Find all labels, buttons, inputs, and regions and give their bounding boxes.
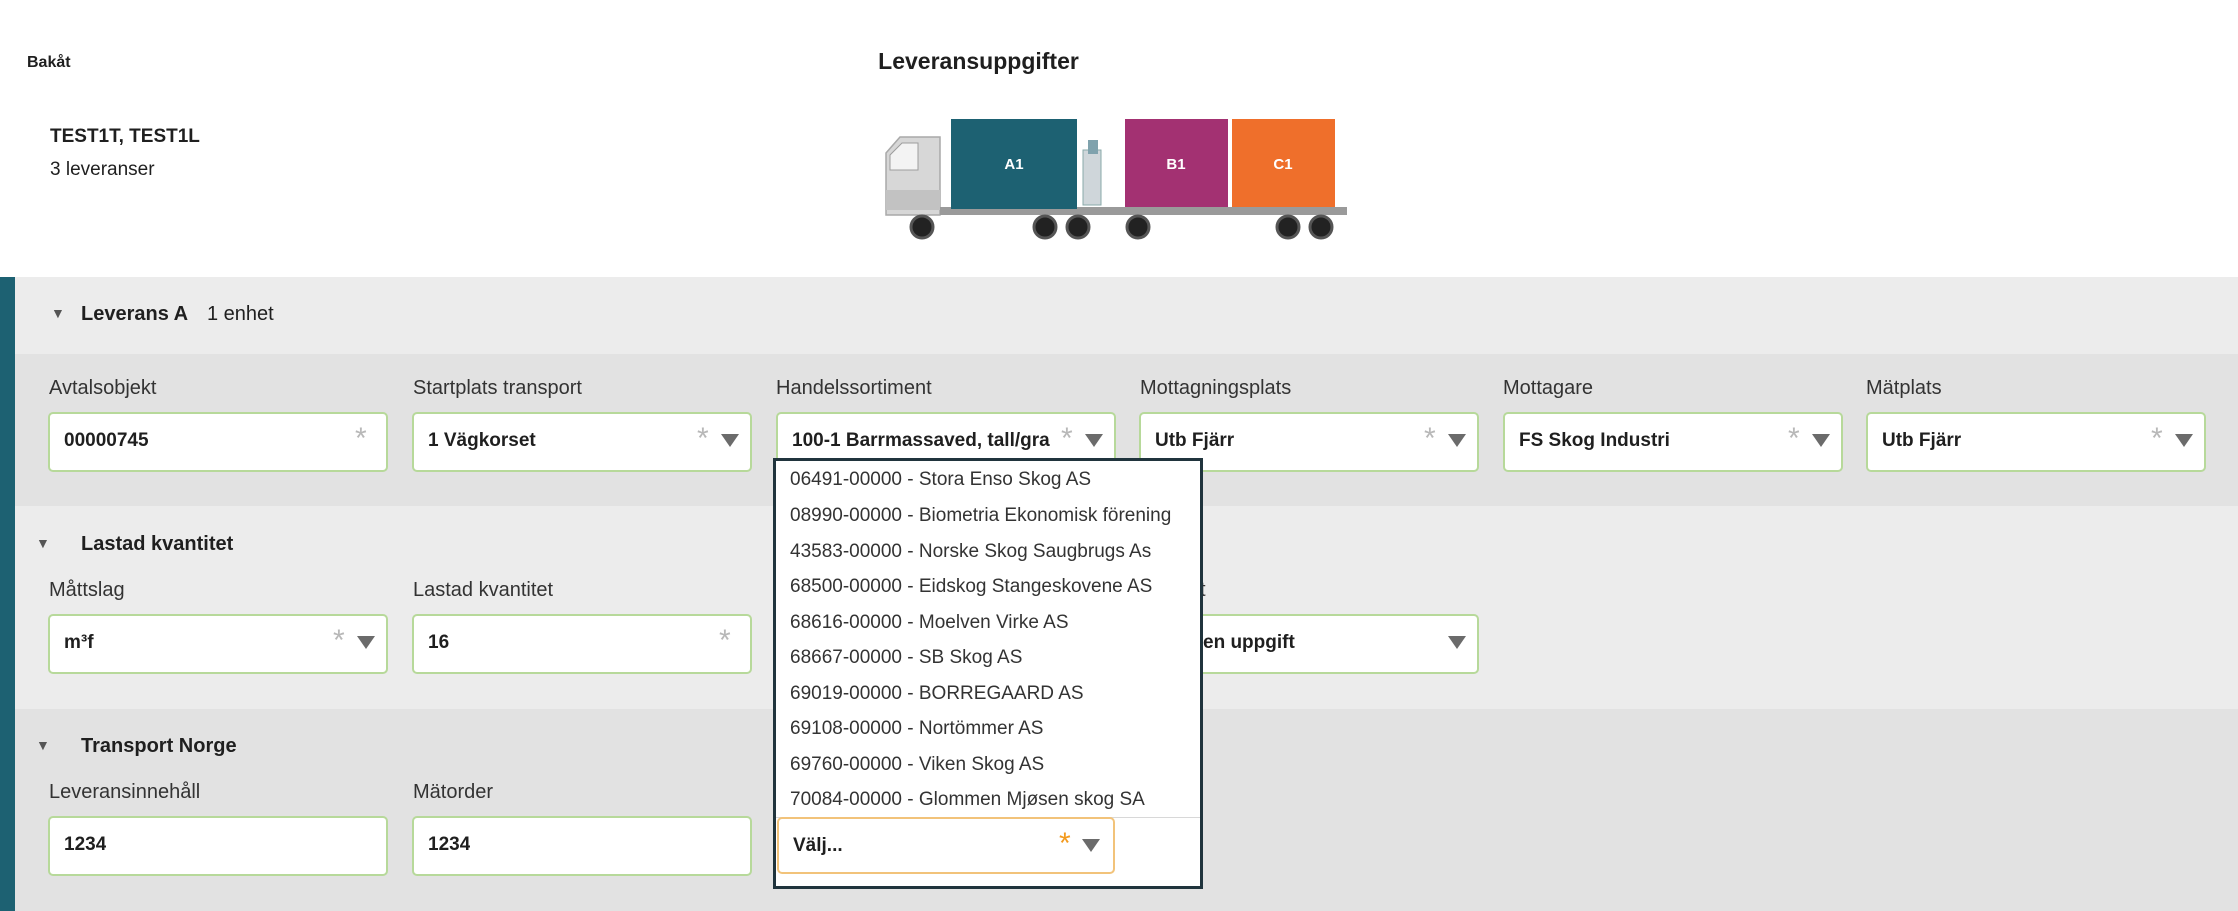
required-asterisk-icon: * <box>1061 422 1073 455</box>
section-title: Transport Norge <box>81 735 237 757</box>
dropdown-caret-icon[interactable] <box>1085 434 1103 447</box>
dropdown-option[interactable]: 68667-00000 - SB Skog AS <box>790 647 1022 669</box>
required-asterisk-icon: * <box>719 624 731 657</box>
dropdown-option[interactable]: 69760-00000 - Viken Skog AS <box>790 754 1044 776</box>
avtalsobjekt-field[interactable]: 00000745 * <box>48 412 388 472</box>
avtalsobjekt-label: Avtalsobjekt <box>49 377 157 399</box>
container-c1-label: C1 <box>1273 156 1292 173</box>
matplats-label: Mätplats <box>1866 377 1942 399</box>
startplats-value: 1 Vägkorset <box>428 430 536 451</box>
mottagare-value: FS Skog Industri <box>1519 430 1670 451</box>
dropdown-caret-icon[interactable] <box>1082 839 1100 852</box>
dropdown-option[interactable]: 68616-00000 - Moelven Virke AS <box>790 612 1069 634</box>
container-a1-label: A1 <box>1004 156 1023 173</box>
required-asterisk-icon: * <box>1059 827 1071 860</box>
mottagningsplats-label: Mottagningsplats <box>1140 377 1292 399</box>
vehicle-name: TEST1T, TEST1L <box>50 126 200 147</box>
leveransinnehall-field[interactable]: 1234 <box>48 816 388 876</box>
dropdown-caret-icon[interactable] <box>357 636 375 649</box>
page-title: Leveransuppgifter <box>878 48 1079 74</box>
lastad-kvantitet-value: 16 <box>428 632 450 653</box>
sortiment-select-field[interactable]: Välj... * <box>777 817 1115 874</box>
collapse-triangle-icon[interactable]: ▼ <box>36 737 50 753</box>
lastad-kvantitet-label: Lastad kvantitet <box>413 579 554 601</box>
dropdown-caret-icon[interactable] <box>2175 434 2193 447</box>
dropdown-option[interactable]: 68500-00000 - Eidskog Stangeskovene AS <box>790 576 1152 598</box>
dropdown-caret-icon[interactable] <box>1448 434 1466 447</box>
truck-illustration: A1 B1 C1 <box>885 119 1347 240</box>
dropdown-caret-icon[interactable] <box>1812 434 1830 447</box>
avtalsobjekt-value: 00000745 <box>64 430 149 451</box>
mottagningsplats-value: Utb Fjärr <box>1155 430 1235 451</box>
lastad-kvantitet-field[interactable]: 16 * <box>412 614 752 674</box>
handelssortiment-value: 100-1 Barrmassaved, tall/gra <box>792 430 1050 451</box>
section-title: Lastad kvantitet <box>81 533 234 555</box>
required-asterisk-icon: * <box>2151 422 2163 455</box>
section-header-leverans-a[interactable]: ▼ Leverans A 1 enhet <box>15 277 2238 354</box>
handelssortiment-label: Handelssortiment <box>776 377 932 399</box>
startplats-field[interactable]: 1 Vägkorset * <box>412 412 752 472</box>
delivery-count: 3 leveranser <box>50 159 155 180</box>
matorder-value: 1234 <box>428 834 471 855</box>
section-title: Leverans A <box>81 303 189 325</box>
wheel-icons <box>909 214 1334 240</box>
dropdown-option[interactable]: 69019-00000 - BORREGAARD AS <box>790 683 1084 705</box>
mottagare-label: Mottagare <box>1503 377 1594 399</box>
sortiment-select-value: Välj... <box>793 835 843 856</box>
startplats-label: Startplats transport <box>413 377 582 399</box>
dropdown-caret-icon[interactable] <box>721 434 739 447</box>
required-asterisk-icon: * <box>697 422 709 455</box>
matorder-label: Mätorder <box>413 781 494 803</box>
leveransinnehall-value: 1234 <box>64 834 107 855</box>
crane-icon <box>1082 140 1102 206</box>
matplats-field[interactable]: Utb Fjärr * <box>1866 412 2206 472</box>
dropdown-option[interactable]: 69108-00000 - Nortömmer AS <box>790 718 1043 740</box>
collapse-triangle-icon[interactable]: ▼ <box>36 535 50 551</box>
mattslag-label: Måttslag <box>49 579 125 601</box>
collapse-triangle-icon[interactable]: ▼ <box>51 305 65 321</box>
dropdown-option[interactable]: 43583-00000 - Norske Skog Saugbrugs As <box>790 541 1151 563</box>
required-asterisk-icon: * <box>355 422 367 455</box>
mottagare-field[interactable]: FS Skog Industri * <box>1503 412 1843 472</box>
required-asterisk-icon: * <box>333 624 345 657</box>
dropdown-option[interactable]: 06491-00000 - Stora Enso Skog AS <box>790 469 1091 491</box>
dropdown-list[interactable]: 06491-00000 - Stora Enso Skog AS 08990-0… <box>773 458 1203 889</box>
matplats-value: Utb Fjärr <box>1882 430 1962 451</box>
dropdown-caret-icon[interactable] <box>1448 636 1466 649</box>
dropdown-option[interactable]: 70084-00000 - Glommen Mjøsen skog SA <box>790 789 1145 811</box>
partial-select-value: en uppgift <box>1203 632 1295 653</box>
mattslag-field[interactable]: m³f * <box>48 614 388 674</box>
matorder-field[interactable]: 1234 <box>412 816 752 876</box>
mattslag-value: m³f <box>64 632 94 653</box>
section-subtitle: 1 enhet <box>207 303 274 325</box>
section-accent-bar <box>0 277 15 911</box>
required-asterisk-icon: * <box>1424 422 1436 455</box>
required-asterisk-icon: * <box>1788 422 1800 455</box>
dropdown-option[interactable]: 08990-00000 - Biometria Ekonomisk föreni… <box>790 505 1171 527</box>
leveransinnehall-label: Leveransinnehåll <box>49 781 201 803</box>
container-b1-label: B1 <box>1166 156 1185 173</box>
